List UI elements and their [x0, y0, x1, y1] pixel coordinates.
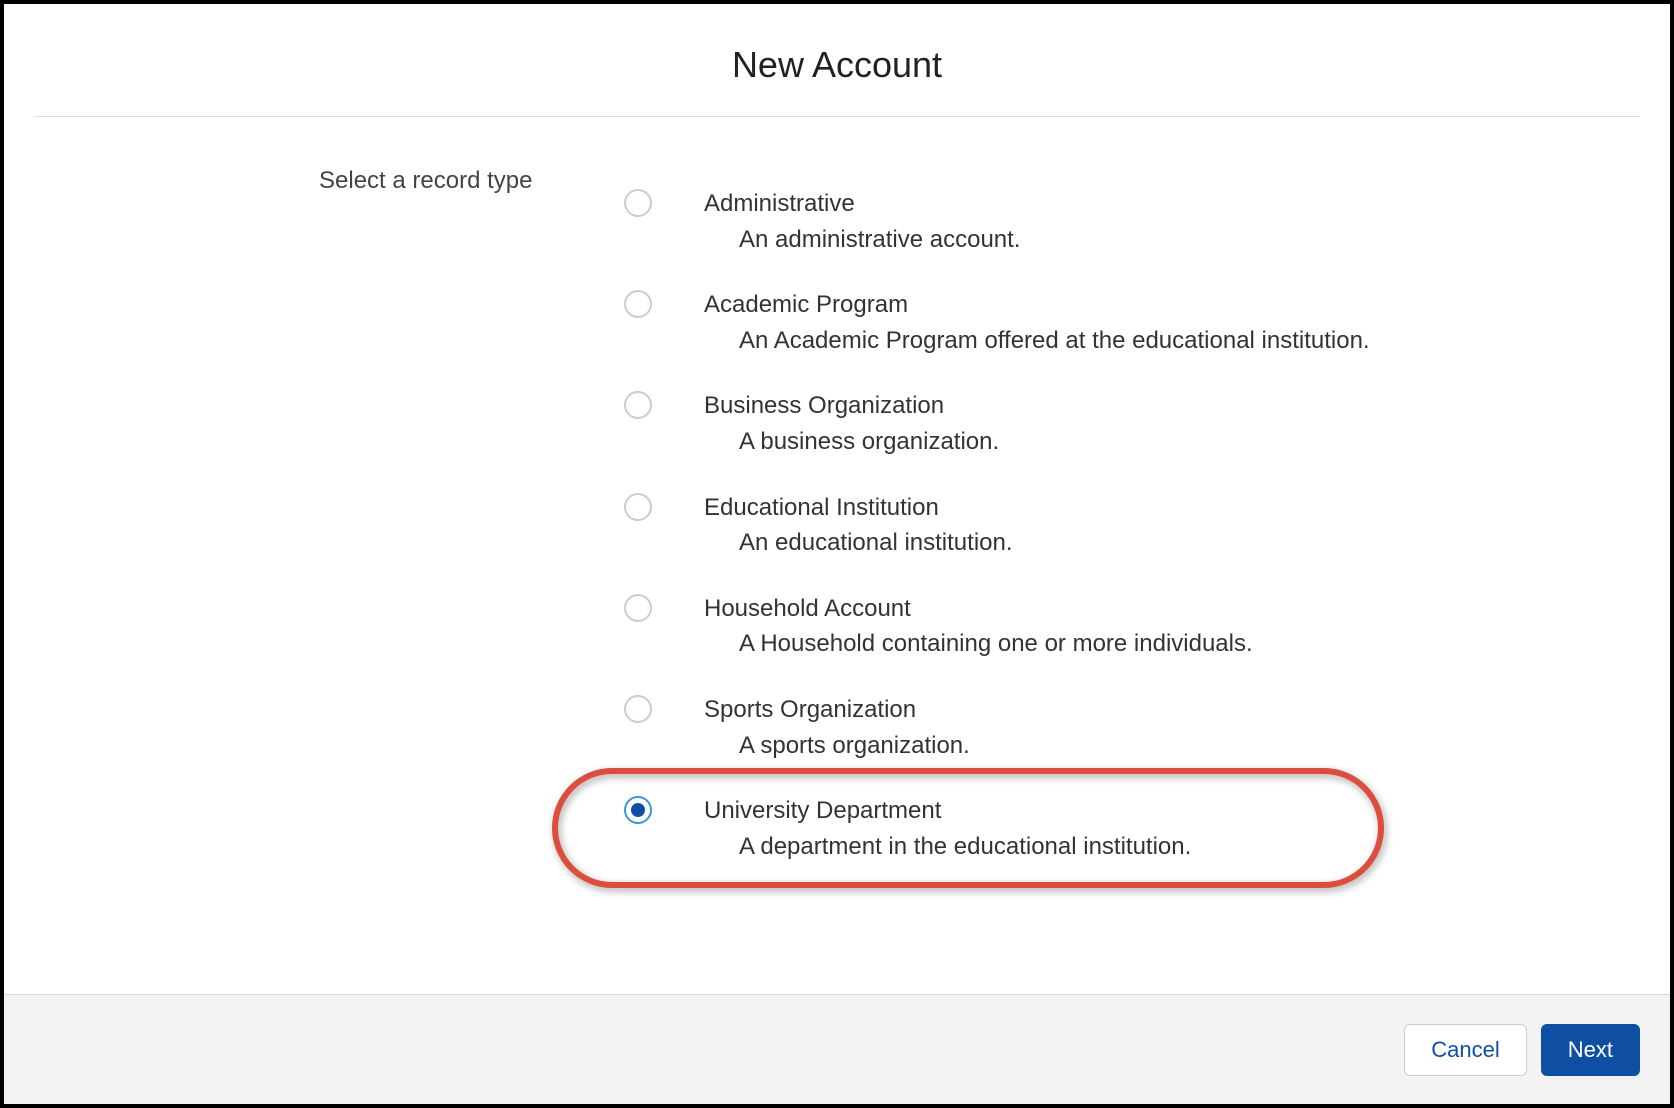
option-description: An Academic Program offered at the educa… — [739, 324, 1370, 358]
dialog-title: New Account — [34, 44, 1640, 86]
option-label[interactable]: Sports Organization — [704, 693, 970, 727]
record-type-option-academic-program[interactable]: Academic Program An Academic Program off… — [624, 288, 1370, 357]
option-text: Household Account A Household containing… — [704, 592, 1253, 661]
select-record-type-label: Select a record type — [319, 167, 624, 195]
option-label[interactable]: Administrative — [704, 187, 1020, 221]
option-label[interactable]: Household Account — [704, 592, 1253, 626]
record-type-option-sports-organization[interactable]: Sports Organization A sports organizatio… — [624, 693, 1370, 762]
record-type-option-educational-institution[interactable]: Educational Institution An educational i… — [624, 491, 1370, 560]
dialog-footer: Cancel Next — [4, 994, 1670, 1104]
cancel-button[interactable]: Cancel — [1404, 1024, 1526, 1076]
radio-icon[interactable] — [624, 493, 652, 521]
radio-icon[interactable] — [624, 695, 652, 723]
option-description: A sports organization. — [739, 729, 970, 763]
record-type-option-business-organization[interactable]: Business Organization A business organiz… — [624, 389, 1370, 458]
dialog-content: New Account Select a record type Adminis… — [4, 4, 1670, 994]
option-label[interactable]: Academic Program — [704, 288, 1370, 322]
option-text: Administrative An administrative account… — [704, 187, 1020, 256]
option-description: A department in the educational institut… — [739, 830, 1191, 864]
divider — [34, 116, 1640, 117]
form-area: Select a record type Administrative An a… — [34, 167, 1640, 863]
option-label[interactable]: Educational Institution — [704, 491, 1013, 525]
option-text: University Department A department in th… — [704, 794, 1191, 863]
record-type-option-university-department[interactable]: University Department A department in th… — [624, 794, 1370, 863]
option-description: An educational institution. — [739, 526, 1013, 560]
option-description: An administrative account. — [739, 223, 1020, 257]
record-type-option-household-account[interactable]: Household Account A Household containing… — [624, 592, 1370, 661]
option-description: A Household containing one or more indiv… — [739, 627, 1253, 661]
radio-icon[interactable] — [624, 796, 652, 824]
option-text: Educational Institution An educational i… — [704, 491, 1013, 560]
record-type-option-administrative[interactable]: Administrative An administrative account… — [624, 187, 1370, 256]
option-text: Sports Organization A sports organizatio… — [704, 693, 970, 762]
radio-icon[interactable] — [624, 290, 652, 318]
next-button[interactable]: Next — [1541, 1024, 1640, 1076]
record-type-options-list: Administrative An administrative account… — [624, 167, 1370, 863]
radio-icon[interactable] — [624, 189, 652, 217]
radio-icon[interactable] — [624, 594, 652, 622]
radio-icon[interactable] — [624, 391, 652, 419]
option-label[interactable]: University Department — [704, 794, 1191, 828]
option-label[interactable]: Business Organization — [704, 389, 999, 423]
option-description: A business organization. — [739, 425, 999, 459]
option-text: Academic Program An Academic Program off… — [704, 288, 1370, 357]
option-text: Business Organization A business organiz… — [704, 389, 999, 458]
